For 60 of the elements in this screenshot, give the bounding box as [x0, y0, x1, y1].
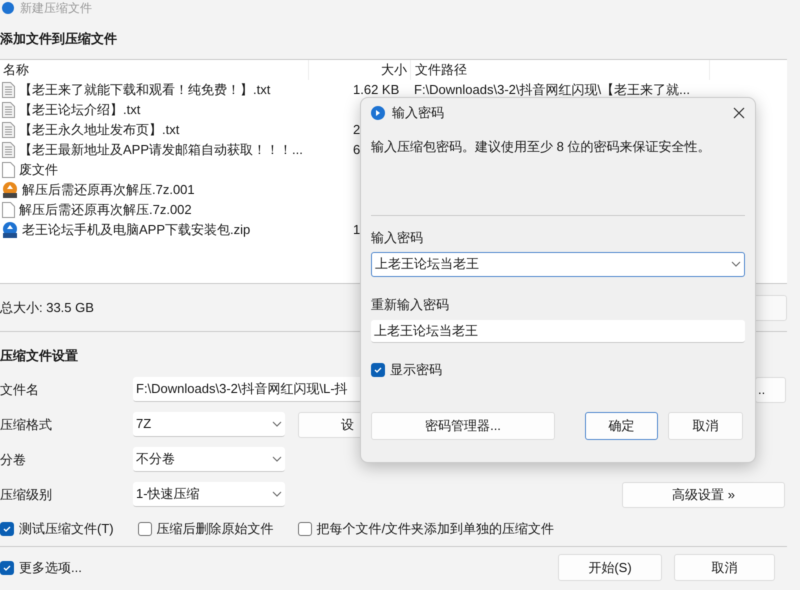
file-size: 2 [353, 122, 360, 138]
section-heading: 添加文件到压缩文件 [0, 30, 118, 48]
start-button[interactable]: 开始(S) [558, 554, 662, 581]
total-size: 总大小: 33.5 GB [0, 298, 94, 317]
cancel-button[interactable]: 取消 [674, 554, 775, 581]
column-header[interactable]: 文件路径 [410, 60, 710, 80]
ok-button[interactable]: 确定 [585, 412, 658, 440]
file-size: 1 [353, 222, 360, 238]
app-logo-icon [2, 2, 14, 14]
caret-icon [731, 261, 741, 267]
checkbox[interactable] [0, 560, 14, 574]
field-label: 压缩级别 [0, 486, 53, 504]
dialog-title: 输入密码 [392, 104, 444, 122]
field-label: 重新输入密码 [371, 296, 450, 314]
file-name: 废文件 [19, 161, 58, 180]
checkbox-label: 测试压缩文件(T) [19, 520, 114, 538]
field-label: 输入密码 [371, 229, 424, 247]
volume-dropdown[interactable]: 不分卷 [133, 447, 285, 472]
caret-icon [272, 491, 282, 497]
file-size: 6 [353, 142, 360, 158]
file-name: 【老王论坛介绍】.txt [19, 101, 140, 120]
file-name: 老王论坛手机及电脑APP下载安装包.zip [22, 221, 250, 240]
file-name: 解压后需还原再次解压.7z.001 [22, 181, 195, 200]
file-path: F:\Downloads\3-2\抖音网红闪现\【老王来了就... [414, 82, 690, 98]
dialog-description: 输入压缩包密码。建议使用至少 8 位的密码来保证安全性。 [371, 138, 712, 156]
file-name: 【老王永久地址发布页】.txt [19, 121, 180, 140]
caret-icon [272, 421, 282, 427]
field-label: 文件名 [0, 380, 40, 399]
checkbox[interactable] [138, 522, 152, 536]
advanced-settings-button[interactable]: 高级设置 » [622, 482, 785, 508]
field-label: 分卷 [0, 450, 27, 469]
checkbox-label: 把每个文件/文件夹添加到单独的压缩文件 [316, 520, 554, 538]
file-name: 【老王最新地址及APP请发邮箱自动获取！！！... [19, 141, 303, 160]
format-dropdown[interactable]: 7Z [133, 412, 285, 437]
checkbox-label: 更多选项... [19, 558, 82, 577]
close-icon[interactable] [733, 107, 745, 119]
window-title: 新建压缩文件 [20, 2, 92, 14]
column-header[interactable]: 名称 [0, 60, 308, 80]
check-icon [2, 562, 12, 572]
checkbox[interactable] [371, 362, 385, 377]
check-icon [373, 364, 383, 375]
password-combobox[interactable]: 上老王论坛当老王 [371, 252, 745, 276]
file-size: 1.62 KB [353, 82, 400, 98]
checkbox-label: 显示密码 [390, 361, 442, 379]
column-header[interactable]: 大小 [308, 60, 410, 80]
confirm-password-field[interactable]: 上老王论坛当老王 [371, 320, 745, 343]
app-logo-icon [371, 106, 385, 120]
cancel-button[interactable]: 取消 [668, 412, 743, 440]
field-label: 压缩格式 [0, 416, 53, 434]
caret-icon [272, 456, 282, 462]
file-name: 【老王来了就能下载和观看！纯免费！】.txt [19, 81, 270, 100]
file-name: 解压后需还原再次解压.7z.002 [19, 201, 192, 220]
section-heading: 压缩文件设置 [0, 347, 79, 365]
check-icon [2, 524, 12, 534]
password-manager-button[interactable]: 密码管理器... [371, 412, 555, 440]
checkbox[interactable] [0, 522, 14, 536]
checkbox[interactable] [298, 522, 312, 536]
level-dropdown[interactable]: 1-快速压缩 [133, 482, 285, 507]
browse-button[interactable]: .. [755, 376, 786, 402]
checkbox-label: 压缩后删除原始文件 [156, 520, 274, 538]
